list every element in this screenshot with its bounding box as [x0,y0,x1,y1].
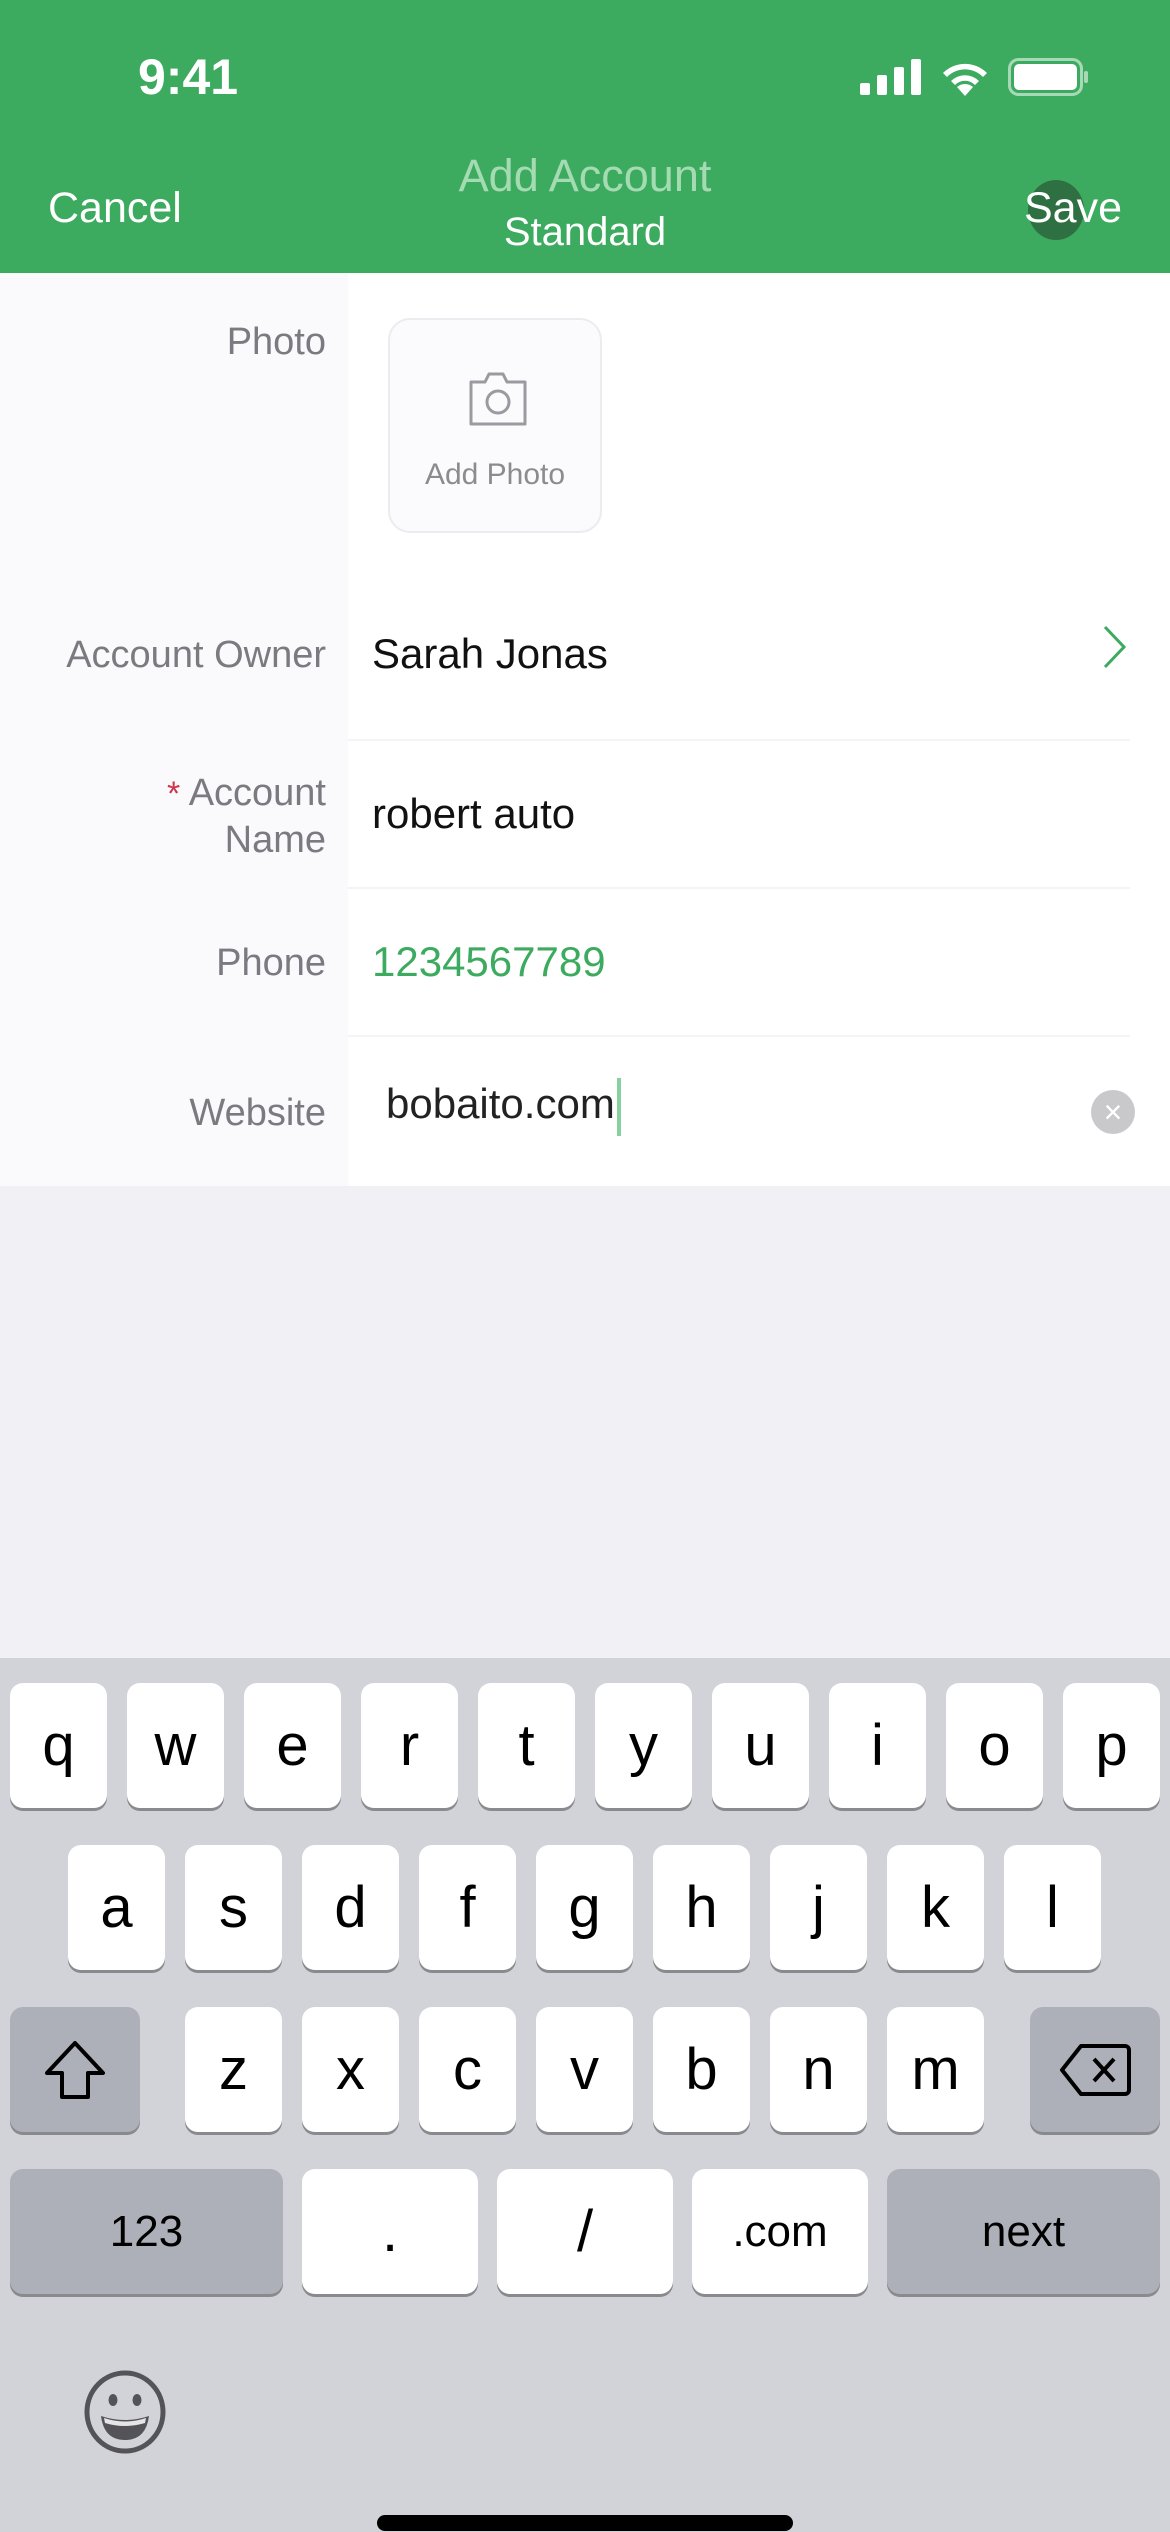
home-indicator [377,2515,793,2531]
phone-row[interactable]: Phone 1234567789 [0,888,1170,1036]
numbers-key[interactable]: 123 [10,2169,283,2294]
slash-key[interactable]: / [497,2169,673,2294]
website-row[interactable]: Website bobaito.com × [0,1036,1170,1186]
status-icons [860,58,1090,96]
account-form: Photo Add Photo Account Owner Sarah Jona… [0,273,1170,1186]
account-owner-value[interactable]: Sarah Jonas [372,630,608,678]
key-k[interactable]: k [887,1845,984,1970]
dot-key[interactable]: . [302,2169,478,2294]
key-w[interactable]: w [127,1683,224,1808]
key-o[interactable]: o [946,1683,1043,1808]
key-n[interactable]: n [770,2007,867,2132]
photo-label: Photo [226,321,326,363]
camera-icon [469,372,527,426]
key-r[interactable]: r [361,1683,458,1808]
add-photo-button[interactable]: Add Photo [388,318,602,533]
key-i[interactable]: i [829,1683,926,1808]
website-input[interactable]: bobaito.com [386,1078,621,1136]
empty-background [0,1186,1170,1658]
key-d[interactable]: d [302,1845,399,1970]
account-owner-label: Account Owner [66,634,326,676]
page-title: Add Account [458,150,712,201]
key-m[interactable]: m [887,2007,984,2132]
backspace-icon [1060,2043,1131,2096]
save-button[interactable]: Save [1024,184,1122,233]
record-type-subtitle: Standard [503,210,667,254]
navigation-header: 9:41 Cancel Add Account Standard Save [0,0,1170,273]
account-name-row[interactable]: * Account Name robert auto [0,740,1170,888]
key-b[interactable]: b [653,2007,750,2132]
key-c[interactable]: c [419,2007,516,2132]
clear-icon[interactable]: × [1091,1090,1135,1134]
key-t[interactable]: t [478,1683,575,1808]
key-j[interactable]: j [770,1845,867,1970]
account-name-input[interactable]: robert auto [372,790,575,838]
website-label: Website [189,1092,326,1134]
key-y[interactable]: y [595,1683,692,1808]
required-indicator: * [166,775,181,813]
phone-label: Phone [216,942,326,984]
chevron-right-icon[interactable] [1102,624,1128,681]
key-l[interactable]: l [1004,1845,1101,1970]
key-u[interactable]: u [712,1683,809,1808]
photo-row: Photo Add Photo [0,273,1170,580]
key-p[interactable]: p [1063,1683,1160,1808]
wifi-icon [943,63,987,96]
battery-icon [1008,58,1088,96]
next-key[interactable]: next [887,2169,1160,2294]
key-z[interactable]: z [185,2007,282,2132]
shift-key[interactable] [10,2007,140,2132]
key-v[interactable]: v [536,2007,633,2132]
phone-input[interactable]: 1234567789 [372,938,606,986]
add-photo-label: Add Photo [424,458,566,491]
emoji-key[interactable] [84,2370,166,2459]
key-q[interactable]: q [10,1683,107,1808]
emoji-icon [84,2370,166,2454]
account-name-label: * Account Name [166,772,326,861]
key-h[interactable]: h [653,1845,750,1970]
dotcom-key[interactable]: .com [692,2169,868,2294]
delete-key[interactable] [1030,2007,1160,2132]
status-time: 9:41 [138,49,239,105]
key-g[interactable]: g [536,1845,633,1970]
account-owner-row[interactable]: Account Owner Sarah Jonas [0,580,1170,740]
key-x[interactable]: x [302,2007,399,2132]
key-e[interactable]: e [244,1683,341,1808]
cellular-signal-icon [860,59,921,95]
key-s[interactable]: s [185,1845,282,1970]
key-f[interactable]: f [419,1845,516,1970]
text-cursor [616,1078,621,1136]
shift-icon [45,2040,105,2099]
key-a[interactable]: a [68,1845,165,1970]
